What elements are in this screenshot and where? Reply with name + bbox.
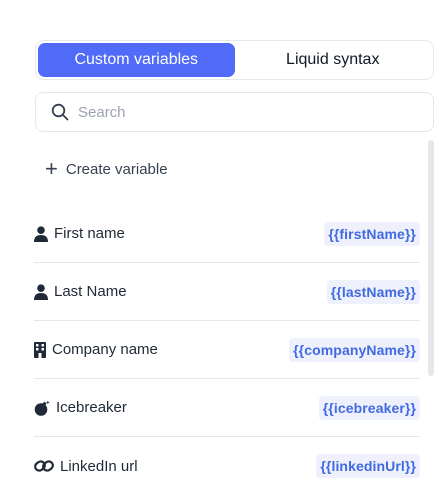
variable-type-tabs: Custom variables Liquid syntax: [35, 40, 434, 80]
tab-custom-variables[interactable]: Custom variables: [38, 43, 235, 77]
variable-label: First name: [54, 225, 125, 242]
person-icon: [34, 283, 52, 300]
variable-row-last-name[interactable]: Last Name {{lastName}}: [34, 263, 420, 321]
tab-liquid-syntax[interactable]: Liquid syntax: [235, 43, 432, 77]
plus-icon: +: [45, 156, 58, 181]
variable-token[interactable]: {{linkedinUrl}}: [316, 454, 420, 478]
variable-row-company-name[interactable]: Company name {{companyName}}: [34, 321, 420, 379]
link-icon: [34, 459, 58, 473]
variable-label: Last Name: [54, 283, 127, 300]
variable-row-icebreaker[interactable]: Icebreaker {{icebreaker}}: [34, 379, 420, 437]
variable-label: Icebreaker: [56, 399, 127, 416]
building-icon: [34, 341, 50, 358]
variable-token[interactable]: {{firstName}}: [324, 221, 420, 246]
bomb-icon: [34, 400, 54, 416]
variable-label: LinkedIn url: [60, 457, 138, 475]
scrollbar[interactable]: [428, 140, 434, 376]
variable-token[interactable]: {{companyName}}: [289, 337, 420, 362]
person-icon: [34, 225, 52, 242]
variable-label: Company name: [52, 341, 158, 358]
variable-token[interactable]: {{icebreaker}}: [318, 395, 420, 420]
variable-row-first-name[interactable]: First name {{firstName}}: [34, 205, 420, 263]
search-input[interactable]: [78, 103, 378, 121]
variable-row-linkedin-url[interactable]: LinkedIn url {{linkedinUrl}}: [34, 437, 420, 495]
variable-token[interactable]: {{lastName}}: [326, 279, 420, 304]
create-variable-label: Create variable: [65, 160, 168, 178]
create-variable-button[interactable]: + Create variable: [45, 158, 168, 180]
search-icon: [51, 103, 69, 121]
search-box[interactable]: [35, 92, 434, 132]
